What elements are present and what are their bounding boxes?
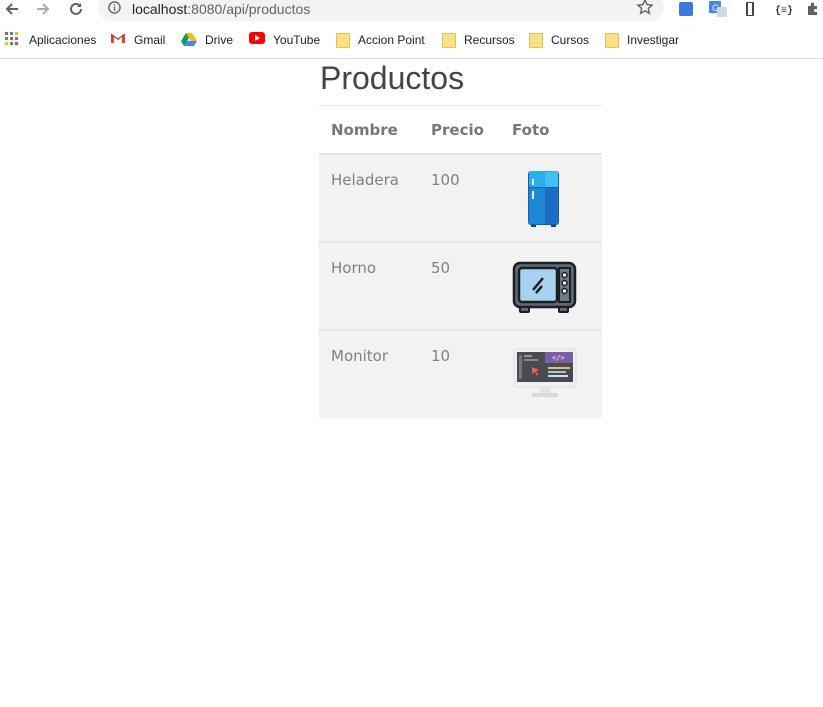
bookmark-label: Cursos — [551, 33, 590, 47]
bookmark-label: Accion Point — [358, 33, 425, 47]
column-header-precio: Precio — [431, 120, 484, 139]
forward-button[interactable] — [33, 0, 53, 18]
extensions-button[interactable] — [804, 0, 822, 18]
bookmarks-bar: Aplicaciones Gmail Drive YouTube Accion … — [0, 28, 823, 52]
extension-button-2[interactable]: G — [708, 0, 728, 18]
folder-icon — [529, 32, 543, 48]
bookmark-recursos[interactable]: Recursos — [442, 28, 515, 52]
bookmark-apps[interactable]: Aplicaciones — [5, 28, 96, 52]
folder-icon — [336, 32, 350, 48]
cell-nombre: Horno — [331, 259, 377, 277]
cell-precio: 100 — [431, 171, 460, 189]
url-text: localhost:8080/api/productos — [132, 1, 310, 17]
browser-toolbar: localhost:8080/api/productos G {≡} — [0, 0, 823, 21]
oven-icon — [512, 261, 577, 313]
folder-icon — [442, 32, 456, 48]
cell-precio: 50 — [431, 259, 451, 277]
bookmark-investigar[interactable]: Investigar — [605, 28, 679, 52]
monitor-icon: </> — [513, 348, 577, 397]
url-host: localhost — [132, 1, 188, 17]
bookmark-label: Aplicaciones — [29, 33, 97, 47]
page-content: Productos Nombre Precio Foto Heladera 10… — [319, 59, 602, 418]
url-path: :8080/api/productos — [187, 1, 311, 17]
extension-button-1[interactable] — [677, 0, 695, 18]
bookmark-label: Drive — [205, 33, 234, 47]
bookmark-label: YouTube — [273, 33, 321, 47]
back-button[interactable] — [2, 0, 22, 18]
arrow-right-icon — [37, 3, 50, 15]
apps-grid-icon — [5, 32, 21, 48]
translate-icon: G — [709, 1, 727, 17]
table-row: Heladera 100 — [319, 154, 602, 242]
bookmark-star-icon[interactable] — [636, 0, 654, 16]
column-header-foto: Foto — [512, 120, 550, 139]
gmail-icon — [110, 32, 126, 48]
cell-precio: 10 — [431, 347, 451, 365]
column-header-nombre: Nombre — [331, 120, 398, 139]
json-extension-icon: {≡} — [775, 5, 792, 17]
cell-foto — [500, 242, 602, 330]
table-row: Monitor 10 </> — [319, 330, 602, 418]
bookmark-label: Gmail — [134, 33, 166, 47]
table-header-row: Nombre Precio Foto — [319, 105, 602, 154]
cell-foto: </> — [500, 330, 602, 418]
bookmark-cursos[interactable]: Cursos — [529, 28, 589, 52]
calendar-extension-icon — [679, 2, 693, 16]
svg-text:{≡}: {≡} — [775, 5, 792, 17]
youtube-icon — [249, 32, 265, 48]
cell-nombre: Monitor — [331, 347, 389, 365]
products-table: Nombre Precio Foto Heladera 100 Horno 50… — [319, 105, 602, 418]
address-bar[interactable]: localhost:8080/api/productos — [98, 0, 664, 21]
folder-icon — [605, 32, 619, 48]
reload-icon — [70, 2, 82, 15]
phone-extension-icon — [746, 2, 754, 16]
bookmark-label: Recursos — [464, 33, 515, 47]
fridge-icon — [528, 171, 559, 227]
reload-button[interactable] — [66, 0, 86, 18]
cell-nombre: Heladera — [331, 171, 399, 189]
drive-icon — [181, 32, 197, 48]
extension-button-4[interactable]: {≡} — [773, 0, 793, 18]
svg-text:</>: </> — [552, 354, 565, 362]
info-icon[interactable] — [108, 1, 121, 14]
bookmark-youtube[interactable]: YouTube — [249, 28, 320, 52]
bookmark-gmail[interactable]: Gmail — [110, 28, 165, 52]
bookmark-label: Investigar — [627, 33, 680, 47]
table-row: Horno 50 — [319, 242, 602, 330]
page-title: Productos — [320, 60, 465, 96]
puzzle-icon — [808, 2, 817, 15]
extension-button-3[interactable] — [742, 0, 758, 18]
bookmark-drive[interactable]: Drive — [181, 28, 233, 52]
cell-foto — [500, 154, 602, 242]
arrow-left-icon — [5, 3, 18, 15]
bookmark-accion-point[interactable]: Accion Point — [336, 28, 425, 52]
